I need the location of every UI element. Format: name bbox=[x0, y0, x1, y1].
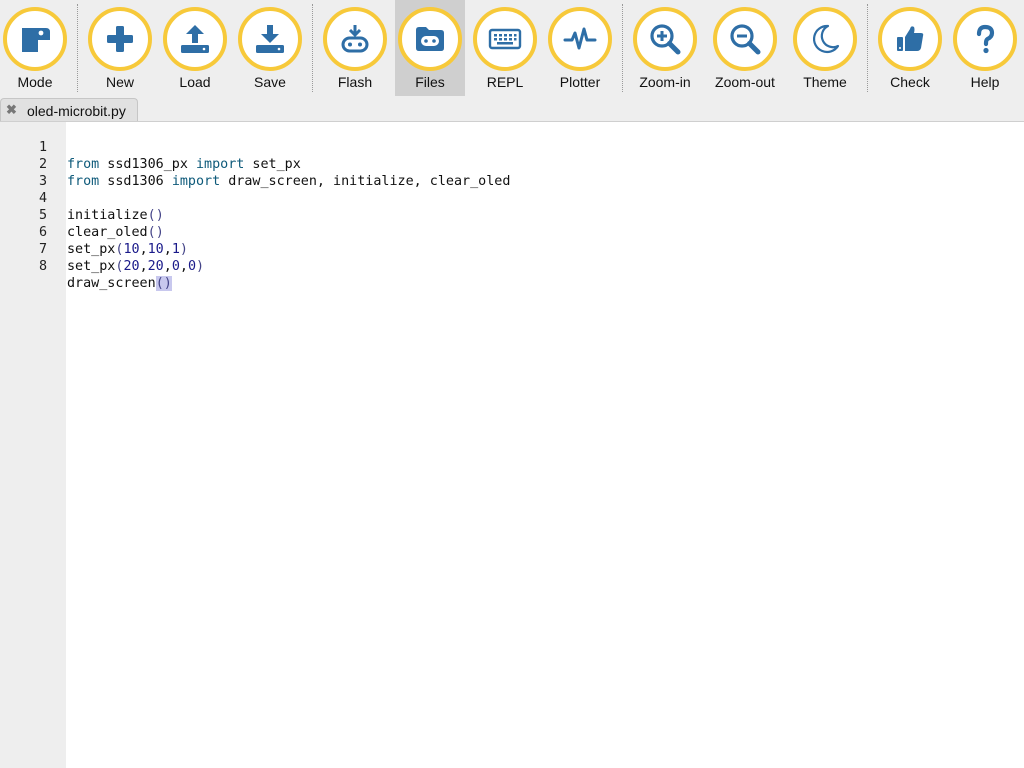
zoom-out-icon bbox=[730, 24, 761, 55]
theme-button[interactable]: Theme bbox=[790, 0, 860, 96]
code-text: draw_screen() bbox=[67, 276, 172, 291]
help-button[interactable]: Help bbox=[950, 0, 1020, 96]
question-icon bbox=[976, 24, 995, 54]
pulse-icon bbox=[563, 27, 597, 50]
new-icon-circle bbox=[88, 7, 152, 71]
zoom-out-label: Zoom-out bbox=[715, 74, 775, 90]
mode-icon bbox=[22, 28, 50, 52]
help-icon-circle bbox=[953, 7, 1017, 71]
repl-icon-circle bbox=[473, 7, 537, 71]
code-editor[interactable]: 1 from ssd1306_px import set_px 2 from s… bbox=[0, 122, 1024, 768]
flash-icon bbox=[341, 25, 369, 53]
zoom-in-icon-circle bbox=[633, 7, 697, 71]
mode-button[interactable]: Mode bbox=[0, 0, 70, 96]
zoom-out-icon-circle bbox=[713, 7, 777, 71]
tab-bar: ✖ oled-microbit.py bbox=[0, 97, 1024, 122]
zoom-in-label: Zoom-in bbox=[639, 74, 691, 90]
code-line-2: 2 from ssd1306 import draw_screen, initi… bbox=[0, 139, 1024, 189]
save-icon-circle bbox=[238, 7, 302, 71]
save-label: Save bbox=[254, 74, 286, 90]
load-button[interactable]: Load bbox=[160, 0, 230, 96]
plotter-label: Plotter bbox=[559, 74, 601, 90]
check-icon-circle bbox=[878, 7, 942, 71]
code-line-1: 1 from ssd1306_px import set_px bbox=[0, 122, 1024, 172]
moon-icon bbox=[813, 24, 840, 53]
flash-icon-circle bbox=[323, 7, 387, 71]
thumbs-up-icon bbox=[897, 26, 924, 51]
close-icon[interactable]: ✖ bbox=[6, 102, 17, 118]
theme-icon-circle bbox=[793, 7, 857, 71]
repl-button[interactable]: REPL bbox=[470, 0, 540, 96]
help-label: Help bbox=[970, 74, 1000, 90]
folder-icon bbox=[416, 27, 444, 51]
check-button[interactable]: Check bbox=[875, 0, 945, 96]
zoom-in-button[interactable]: Zoom-in bbox=[630, 0, 700, 96]
code-line-4: 4 initialize() bbox=[0, 173, 1024, 223]
line-number: 8 bbox=[38, 259, 47, 274]
plotter-icon-circle bbox=[548, 7, 612, 71]
upload-icon bbox=[181, 25, 209, 53]
mode-label: Mode bbox=[17, 74, 53, 90]
code-line-7: 7 set_px(20,20,0,0) bbox=[0, 224, 1024, 274]
toolbar: Mode New Load Save Flash Files REPL Plot… bbox=[0, 0, 1024, 97]
keyboard-icon bbox=[488, 28, 522, 50]
new-button[interactable]: New bbox=[85, 0, 155, 96]
save-button[interactable]: Save bbox=[235, 0, 305, 96]
flash-button[interactable]: Flash bbox=[320, 0, 390, 96]
mode-icon-circle bbox=[3, 7, 67, 71]
files-button[interactable]: Files bbox=[395, 0, 465, 96]
tab-oled-microbit[interactable]: ✖ oled-microbit.py bbox=[0, 98, 138, 121]
code-line-3: 3 bbox=[0, 156, 1024, 189]
files-icon-circle bbox=[398, 7, 462, 71]
code-line-8: 8 draw_screen() bbox=[0, 241, 1024, 291]
plotter-button[interactable]: Plotter bbox=[545, 0, 615, 96]
download-icon bbox=[256, 25, 284, 53]
code-line-5: 5 clear_oled() bbox=[0, 190, 1024, 240]
code-line-6: 6 set_px(10,10,1) bbox=[0, 207, 1024, 257]
load-icon-circle bbox=[163, 7, 227, 71]
tab-label: oled-microbit.py bbox=[27, 103, 126, 119]
zoom-out-button[interactable]: Zoom-out bbox=[710, 0, 780, 96]
plus-icon bbox=[107, 26, 133, 52]
code-text: set_px(20,20,0,0) bbox=[67, 259, 205, 274]
zoom-in-icon bbox=[650, 24, 681, 55]
theme-label: Theme bbox=[803, 74, 847, 90]
